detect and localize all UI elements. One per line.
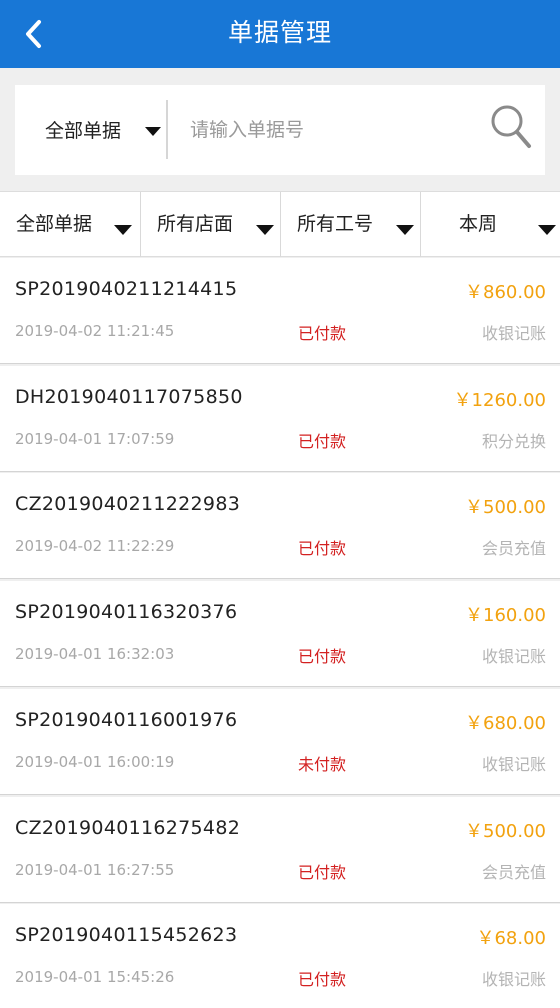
filter-employee[interactable]: 所有工号 <box>280 192 420 257</box>
order-time: 2019-04-01 17:07:59 <box>15 430 175 448</box>
filter-label: 本周 <box>459 213 498 235</box>
filter-store[interactable]: 所有店面 <box>140 192 280 257</box>
order-number: SP2019040211214415 <box>15 278 238 300</box>
order-amount: ￥500.00 <box>465 497 546 518</box>
order-type: 会员充值 <box>481 863 546 882</box>
payment-status: 已付款 <box>298 647 347 666</box>
search-input[interactable] <box>190 112 480 148</box>
payment-status: 已付款 <box>298 863 347 882</box>
filter-label: 全部单据 <box>16 213 93 235</box>
order-number: SP2019040115452623 <box>15 924 238 946</box>
order-time: 2019-04-01 15:45:26 <box>15 968 175 986</box>
filter-bar: 全部单据 所有店面 所有工号 本周 <box>0 191 560 257</box>
order-time: 2019-04-01 16:27:55 <box>15 861 175 879</box>
payment-status: 已付款 <box>298 970 347 989</box>
order-amount: ￥680.00 <box>465 713 546 734</box>
order-row[interactable]: SP2019040115452623 ￥68.00 2019-04-01 15:… <box>0 904 560 1008</box>
search-scope-dropdown[interactable]: 全部单据 <box>45 111 121 151</box>
order-type: 积分兑换 <box>481 432 546 451</box>
order-amount: ￥1260.00 <box>453 390 546 411</box>
order-time: 2019-04-02 11:21:45 <box>15 322 175 340</box>
order-row[interactable]: SP2019040211214415 ￥860.00 2019-04-02 11… <box>0 258 560 364</box>
payment-status: 已付款 <box>298 324 347 343</box>
order-type: 收银记账 <box>481 970 546 989</box>
order-time: 2019-04-02 11:22:29 <box>15 537 175 555</box>
filter-period[interactable]: 本周 <box>420 192 560 257</box>
payment-status: 已付款 <box>298 539 347 558</box>
order-number: CZ2019040211222983 <box>15 493 241 515</box>
search-bar: 全部单据 <box>15 85 545 175</box>
order-number: DH2019040117075850 <box>15 386 243 408</box>
order-row[interactable]: CZ2019040116275482 ￥500.00 2019-04-01 16… <box>0 797 560 903</box>
search-icon[interactable] <box>489 103 533 151</box>
order-type: 会员充值 <box>481 539 546 558</box>
order-type: 收银记账 <box>481 324 546 343</box>
payment-status: 已付款 <box>298 432 347 451</box>
order-type: 收银记账 <box>481 647 546 666</box>
order-number: SP2019040116001976 <box>15 709 238 731</box>
filter-doc-type[interactable]: 全部单据 <box>0 192 140 257</box>
order-row[interactable]: SP2019040116320376 ￥160.00 2019-04-01 16… <box>0 581 560 687</box>
order-amount: ￥860.00 <box>465 282 546 303</box>
order-row[interactable]: CZ2019040211222983 ￥500.00 2019-04-02 11… <box>0 473 560 579</box>
order-amount: ￥68.00 <box>476 928 546 949</box>
order-amount: ￥500.00 <box>465 821 546 842</box>
dropdown-arrow-icon <box>538 225 556 235</box>
dropdown-arrow-icon <box>256 225 274 235</box>
filter-label: 所有工号 <box>297 213 374 235</box>
order-number: SP2019040116320376 <box>15 601 238 623</box>
filter-label: 所有店面 <box>157 213 234 235</box>
search-divider <box>166 100 168 159</box>
app-header: 单据管理 <box>0 0 560 68</box>
order-time: 2019-04-01 16:00:19 <box>15 753 175 771</box>
dropdown-arrow-icon <box>396 225 414 235</box>
order-type: 收银记账 <box>481 755 546 774</box>
dropdown-arrow-icon <box>114 225 132 235</box>
dropdown-arrow-icon[interactable] <box>145 127 161 136</box>
payment-status: 未付款 <box>298 755 347 774</box>
page-title: 单据管理 <box>227 18 332 47</box>
order-row[interactable]: DH2019040117075850 ￥1260.00 2019-04-01 1… <box>0 366 560 472</box>
order-amount: ￥160.00 <box>465 605 546 626</box>
order-number: CZ2019040116275482 <box>15 817 241 839</box>
order-time: 2019-04-01 16:32:03 <box>15 645 175 663</box>
order-row[interactable]: SP2019040116001976 ￥680.00 2019-04-01 16… <box>0 689 560 795</box>
